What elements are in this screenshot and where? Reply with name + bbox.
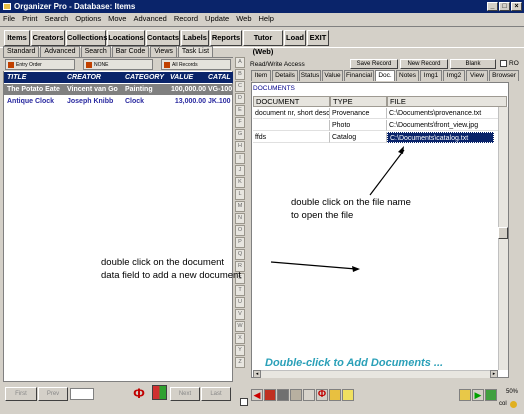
- next-label: Next: [178, 391, 192, 397]
- folder-icon[interactable]: [329, 389, 341, 401]
- delete-icon[interactable]: [264, 389, 276, 401]
- last-record-button[interactable]: Last: [201, 387, 231, 401]
- web-icon[interactable]: Φ: [130, 384, 148, 402]
- zoom-level: 50%: [506, 389, 519, 395]
- first-record-button[interactable]: First: [5, 387, 37, 401]
- prev-record-button[interactable]: Prev: [38, 387, 68, 401]
- lock-icon[interactable]: [459, 389, 471, 401]
- back-arrow-icon[interactable]: ◀: [251, 389, 263, 401]
- trash-icon[interactable]: [277, 389, 289, 401]
- arrow-to-file: [369, 149, 405, 196]
- web-small-icon[interactable]: Φ: [316, 389, 328, 401]
- copy-icon[interactable]: [290, 389, 302, 401]
- first-label: First: [15, 391, 27, 397]
- color-grid-icon[interactable]: [152, 385, 167, 400]
- col-label: col: [499, 401, 507, 407]
- arrow-head-doc: [352, 266, 360, 272]
- last-label: Last: [210, 391, 222, 397]
- arrow-head-file: [398, 146, 404, 154]
- export-icon[interactable]: [485, 389, 497, 401]
- annotation-arrows: [270, 146, 405, 272]
- forward-arrow-icon[interactable]: ▶: [472, 389, 484, 401]
- lightbulb-icon[interactable]: [342, 389, 354, 401]
- bottom-checkbox[interactable]: [240, 398, 248, 406]
- next-record-button[interactable]: Next: [170, 387, 200, 401]
- status-bulb-icon: [510, 401, 517, 408]
- print-icon[interactable]: [303, 389, 315, 401]
- record-number-input[interactable]: [70, 388, 94, 400]
- arrow-to-doc: [270, 261, 357, 270]
- prev-label: Prev: [46, 391, 60, 397]
